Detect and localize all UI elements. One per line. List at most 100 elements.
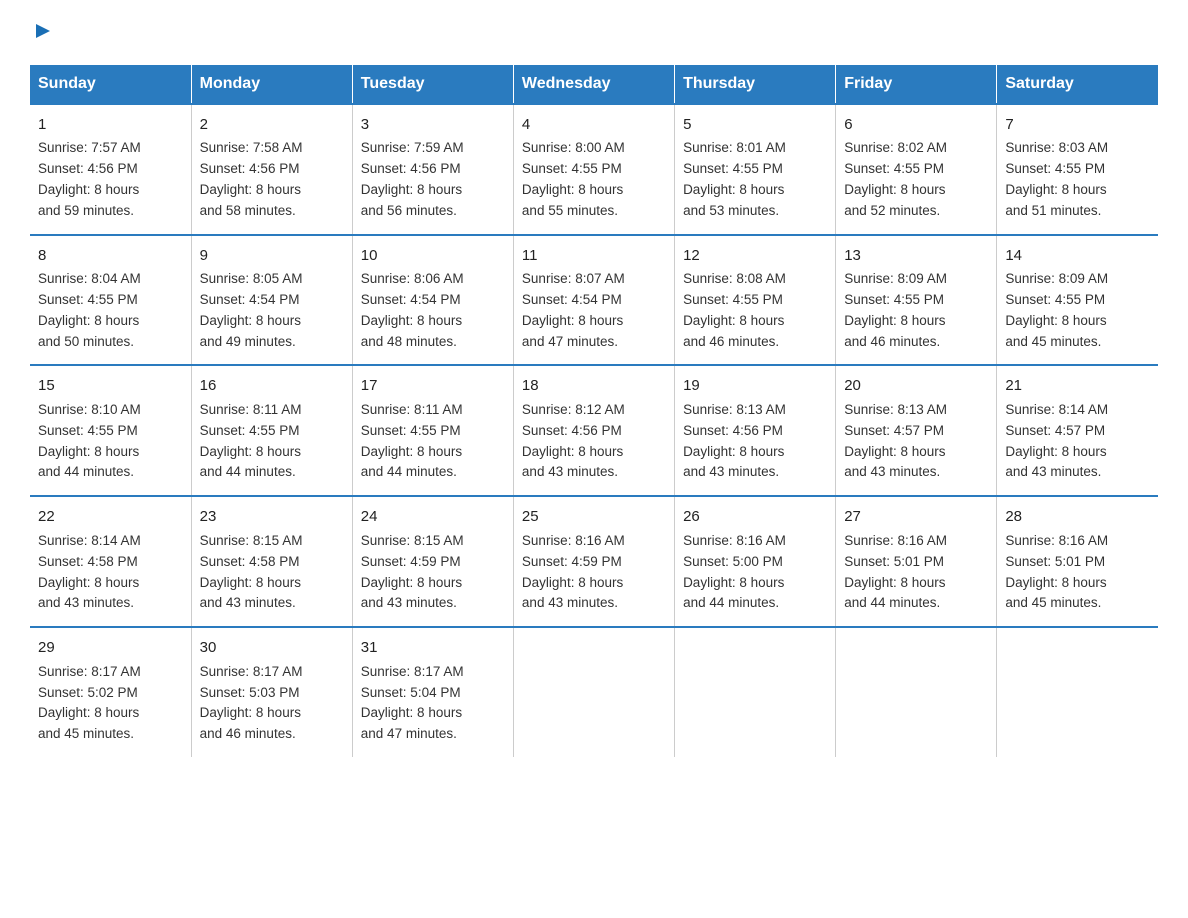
sunrise-label: Sunrise: 8:05 AM bbox=[200, 271, 303, 286]
column-header-tuesday: Tuesday bbox=[352, 65, 513, 104]
calendar-cell: 4Sunrise: 8:00 AMSunset: 4:55 PMDaylight… bbox=[513, 104, 674, 235]
day-number: 22 bbox=[38, 505, 183, 528]
sunset-label: Sunset: 4:55 PM bbox=[683, 292, 783, 307]
daylight-minutes: and 46 minutes. bbox=[683, 334, 779, 349]
daylight-label: Daylight: 8 hours bbox=[38, 182, 139, 197]
daylight-label: Daylight: 8 hours bbox=[683, 313, 784, 328]
sunrise-label: Sunrise: 8:17 AM bbox=[200, 664, 303, 679]
daylight-minutes: and 44 minutes. bbox=[844, 595, 940, 610]
sunrise-label: Sunrise: 8:11 AM bbox=[200, 402, 302, 417]
day-number: 12 bbox=[683, 244, 827, 267]
day-number: 20 bbox=[844, 374, 988, 397]
sunset-label: Sunset: 4:54 PM bbox=[200, 292, 300, 307]
calendar-cell: 7Sunrise: 8:03 AMSunset: 4:55 PMDaylight… bbox=[997, 104, 1158, 235]
sunset-label: Sunset: 4:55 PM bbox=[522, 161, 622, 176]
week-row-5: 29Sunrise: 8:17 AMSunset: 5:02 PMDayligh… bbox=[30, 627, 1158, 757]
sunset-label: Sunset: 4:55 PM bbox=[683, 161, 783, 176]
day-number: 5 bbox=[683, 113, 827, 136]
sunrise-label: Sunrise: 8:09 AM bbox=[1005, 271, 1108, 286]
sunrise-label: Sunrise: 8:12 AM bbox=[522, 402, 625, 417]
sunrise-label: Sunrise: 8:09 AM bbox=[844, 271, 947, 286]
column-header-thursday: Thursday bbox=[675, 65, 836, 104]
column-header-friday: Friday bbox=[836, 65, 997, 104]
daylight-minutes: and 44 minutes. bbox=[361, 464, 457, 479]
day-number: 25 bbox=[522, 505, 666, 528]
daylight-label: Daylight: 8 hours bbox=[522, 444, 623, 459]
sunrise-label: Sunrise: 8:11 AM bbox=[361, 402, 463, 417]
daylight-minutes: and 43 minutes. bbox=[200, 595, 296, 610]
logo bbox=[30, 20, 50, 45]
daylight-label: Daylight: 8 hours bbox=[38, 575, 139, 590]
sunset-label: Sunset: 4:55 PM bbox=[361, 423, 461, 438]
sunset-label: Sunset: 4:55 PM bbox=[844, 161, 944, 176]
day-number: 23 bbox=[200, 505, 344, 528]
daylight-minutes: and 46 minutes. bbox=[200, 726, 296, 741]
calendar-cell: 13Sunrise: 8:09 AMSunset: 4:55 PMDayligh… bbox=[836, 235, 997, 366]
calendar-cell: 3Sunrise: 7:59 AMSunset: 4:56 PMDaylight… bbox=[352, 104, 513, 235]
calendar-cell: 23Sunrise: 8:15 AMSunset: 4:58 PMDayligh… bbox=[191, 496, 352, 627]
daylight-label: Daylight: 8 hours bbox=[1005, 575, 1106, 590]
sunset-label: Sunset: 5:04 PM bbox=[361, 685, 461, 700]
calendar-header-row: SundayMondayTuesdayWednesdayThursdayFrid… bbox=[30, 65, 1158, 104]
day-number: 28 bbox=[1005, 505, 1150, 528]
sunrise-label: Sunrise: 8:16 AM bbox=[844, 533, 947, 548]
daylight-minutes: and 43 minutes. bbox=[361, 595, 457, 610]
sunrise-label: Sunrise: 8:16 AM bbox=[1005, 533, 1108, 548]
sunrise-label: Sunrise: 8:08 AM bbox=[683, 271, 786, 286]
column-header-monday: Monday bbox=[191, 65, 352, 104]
sunset-label: Sunset: 4:56 PM bbox=[361, 161, 461, 176]
daylight-minutes: and 45 minutes. bbox=[1005, 334, 1101, 349]
day-number: 4 bbox=[522, 113, 666, 136]
sunrise-label: Sunrise: 8:01 AM bbox=[683, 140, 786, 155]
day-number: 10 bbox=[361, 244, 505, 267]
calendar-cell: 25Sunrise: 8:16 AMSunset: 4:59 PMDayligh… bbox=[513, 496, 674, 627]
daylight-label: Daylight: 8 hours bbox=[361, 182, 462, 197]
calendar-cell: 19Sunrise: 8:13 AMSunset: 4:56 PMDayligh… bbox=[675, 365, 836, 496]
calendar-cell: 9 Sunrise: 8:05 AM Sunset: 4:54 PM Daylight… bbox=[191, 235, 352, 366]
calendar-cell: 6Sunrise: 8:02 AMSunset: 4:55 PMDaylight… bbox=[836, 104, 997, 235]
sunset-label: Sunset: 4:57 PM bbox=[844, 423, 944, 438]
daylight-label: Daylight: 8 hours bbox=[38, 705, 139, 720]
calendar-cell: 30Sunrise: 8:17 AMSunset: 5:03 PMDayligh… bbox=[191, 627, 352, 757]
sunrise-label: Sunrise: 8:07 AM bbox=[522, 271, 625, 286]
daylight-minutes: and 43 minutes. bbox=[1005, 464, 1101, 479]
week-row-4: 22 Sunrise: 8:14 AM Sunset: 4:58 PM Dayligh… bbox=[30, 496, 1158, 627]
column-header-wednesday: Wednesday bbox=[513, 65, 674, 104]
calendar-cell: 24Sunrise: 8:15 AMSunset: 4:59 PMDayligh… bbox=[352, 496, 513, 627]
day-number: 1 bbox=[38, 113, 183, 136]
calendar-cell bbox=[997, 627, 1158, 757]
sunset-label: Sunset: 4:58 PM bbox=[200, 554, 300, 569]
daylight-minutes: and 50 minutes. bbox=[38, 334, 134, 349]
calendar-cell: 10Sunrise: 8:06 AMSunset: 4:54 PMDayligh… bbox=[352, 235, 513, 366]
week-row-3: 15Sunrise: 8:10 AMSunset: 4:55 PMDayligh… bbox=[30, 365, 1158, 496]
day-number: 7 bbox=[1005, 113, 1150, 136]
sunset-label: Sunset: 5:01 PM bbox=[844, 554, 944, 569]
sunrise-label: Sunrise: 7:59 AM bbox=[361, 140, 464, 155]
daylight-minutes: and 43 minutes. bbox=[844, 464, 940, 479]
daylight-minutes: and 47 minutes. bbox=[522, 334, 618, 349]
calendar-cell: 16Sunrise: 8:11 AMSunset: 4:55 PMDayligh… bbox=[191, 365, 352, 496]
daylight-minutes: and 52 minutes. bbox=[844, 203, 940, 218]
daylight-minutes: and 46 minutes. bbox=[844, 334, 940, 349]
day-number: 2 bbox=[200, 113, 344, 136]
daylight-label: Daylight: 8 hours bbox=[844, 575, 945, 590]
day-number: 24 bbox=[361, 505, 505, 528]
daylight-minutes: and 43 minutes. bbox=[38, 595, 134, 610]
daylight-minutes: and 58 minutes. bbox=[200, 203, 296, 218]
day-number: 14 bbox=[1005, 244, 1150, 267]
daylight-minutes: and 45 minutes. bbox=[1005, 595, 1101, 610]
daylight-label: Daylight: 8 hours bbox=[200, 313, 301, 328]
daylight-label: Daylight: 8 hours bbox=[200, 444, 301, 459]
sunrise-label: Sunrise: 8:14 AM bbox=[38, 533, 141, 548]
day-number: 30 bbox=[200, 636, 344, 659]
calendar-cell: 29Sunrise: 8:17 AMSunset: 5:02 PMDayligh… bbox=[30, 627, 191, 757]
sunset-label: Sunset: 4:56 PM bbox=[38, 161, 138, 176]
sunset-label: Sunset: 4:55 PM bbox=[200, 423, 300, 438]
day-number: 19 bbox=[683, 374, 827, 397]
sunset-label: Sunset: 4:56 PM bbox=[683, 423, 783, 438]
day-number: 9 bbox=[200, 244, 344, 267]
sunrise-label: Sunrise: 7:58 AM bbox=[200, 140, 303, 155]
calendar-cell: 2Sunrise: 7:58 AMSunset: 4:56 PMDaylight… bbox=[191, 104, 352, 235]
sunset-label: Sunset: 4:59 PM bbox=[361, 554, 461, 569]
calendar-cell: 20Sunrise: 8:13 AMSunset: 4:57 PMDayligh… bbox=[836, 365, 997, 496]
